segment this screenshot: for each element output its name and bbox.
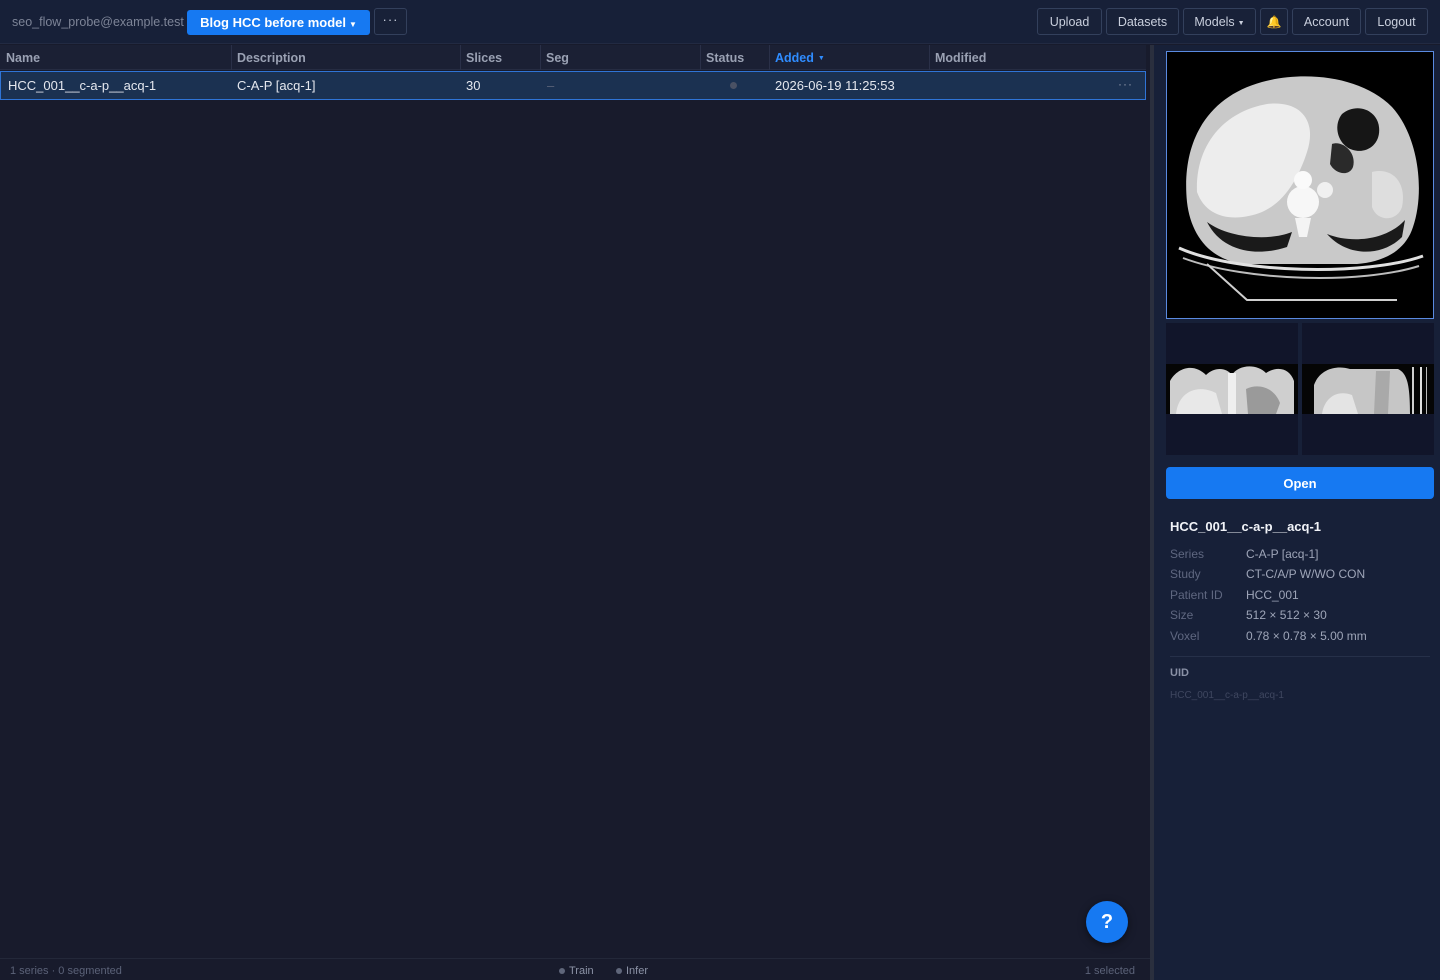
status-bar: 1 series · 0 segmented Train Infer 1 sel… [0,958,1150,980]
coronal-preview-image[interactable] [1166,323,1298,455]
column-header-name[interactable]: Name [0,45,232,70]
train-label: Train [569,965,594,977]
panel-divider [1170,656,1430,657]
sagittal-preview-image[interactable] [1302,323,1434,455]
chevron-down-icon: ▼ [348,19,357,29]
datasets-button[interactable]: Datasets [1106,8,1179,35]
meta-label-voxel: Voxel [1170,629,1200,643]
project-more-button[interactable]: ··· [374,8,407,35]
table-header: Name Description Slices Seg Status Added… [0,45,1146,70]
meta-value-study: CT-C/A/P W/WO CON [1246,567,1366,581]
sort-descending-icon: ▼ [817,55,825,62]
row-menu-button[interactable]: ··· [1118,77,1133,91]
project-label: Blog HCC before model [200,15,346,30]
cell-modified [928,72,935,99]
meta-value-size: 512 × 512 × 30 [1246,608,1327,622]
upload-button[interactable]: Upload [1037,8,1102,35]
models-label: Models [1194,14,1235,29]
chevron-down-icon: ▼ [1237,19,1245,27]
top-bar: seo_flow_probe@example.test Blog HCC bef… [0,0,1440,44]
uid-value: HCC_001__c-a-p__acq-1 [1170,690,1284,701]
logout-button[interactable]: Logout [1365,8,1428,35]
series-summary: 1 series · 0 segmented [10,965,122,977]
cell-slices: 30 [466,78,481,93]
infer-status-dot-icon [616,968,622,974]
infer-indicator: Infer [616,965,648,977]
series-table: Name Description Slices Seg Status Added… [0,45,1146,958]
meta-label-size: Size [1170,608,1194,622]
train-indicator: Train [559,965,594,977]
meta-value-voxel: 0.78 × 0.78 × 5.00 mm [1246,629,1367,643]
meta-label-series: Series [1170,547,1205,561]
column-header-added-label: Added [775,50,814,65]
selection-count: 1 selected [1084,965,1135,977]
meta-label-study: Study [1170,567,1201,581]
open-button[interactable]: Open [1166,467,1434,499]
axial-preview-image[interactable] [1166,51,1434,319]
series-title: HCC_001__c-a-p__acq-1 [1170,519,1322,534]
infer-label: Infer [626,965,649,977]
cell-name: HCC_001__c-a-p__acq-1 [8,78,157,93]
train-status-dot-icon [559,968,565,974]
meta-value-series: C-A-P [acq-1] [1246,547,1319,561]
meta-label-patient-id: Patient ID [1170,588,1223,602]
column-header-modified[interactable]: Modified [929,45,1146,70]
account-button[interactable]: Account [1292,8,1361,35]
details-panel: Open HCC_001__c-a-p__acq-1 Series C-A-P … [1154,45,1440,980]
status-dot-icon [730,82,737,89]
cell-seg: – [547,78,555,93]
models-button[interactable]: Models ▼ [1183,8,1256,35]
column-header-seg[interactable]: Seg [540,45,701,70]
column-header-description[interactable]: Description [231,45,461,70]
help-button[interactable]: ? [1086,901,1128,943]
cell-added: 2026-06-19 11:25:53 [775,78,895,93]
column-header-slices[interactable]: Slices [460,45,541,70]
notifications-button[interactable]: 🔔 [1260,8,1288,35]
bell-icon: 🔔 [1266,14,1282,29]
column-header-status[interactable]: Status [700,45,770,70]
user-email: seo_flow_probe@example.test [12,15,184,29]
table-row[interactable]: HCC_001__c-a-p__acq-1 C-A-P [acq-1] 30 –… [0,71,1146,100]
project-selector-button[interactable]: Blog HCC before model ▼ [187,10,370,35]
column-header-added[interactable]: Added ▼ [769,45,930,70]
uid-label: UID [1170,667,1189,679]
cell-description: C-A-P [acq-1] [237,78,316,93]
meta-value-patient-id: HCC_001 [1246,588,1299,602]
